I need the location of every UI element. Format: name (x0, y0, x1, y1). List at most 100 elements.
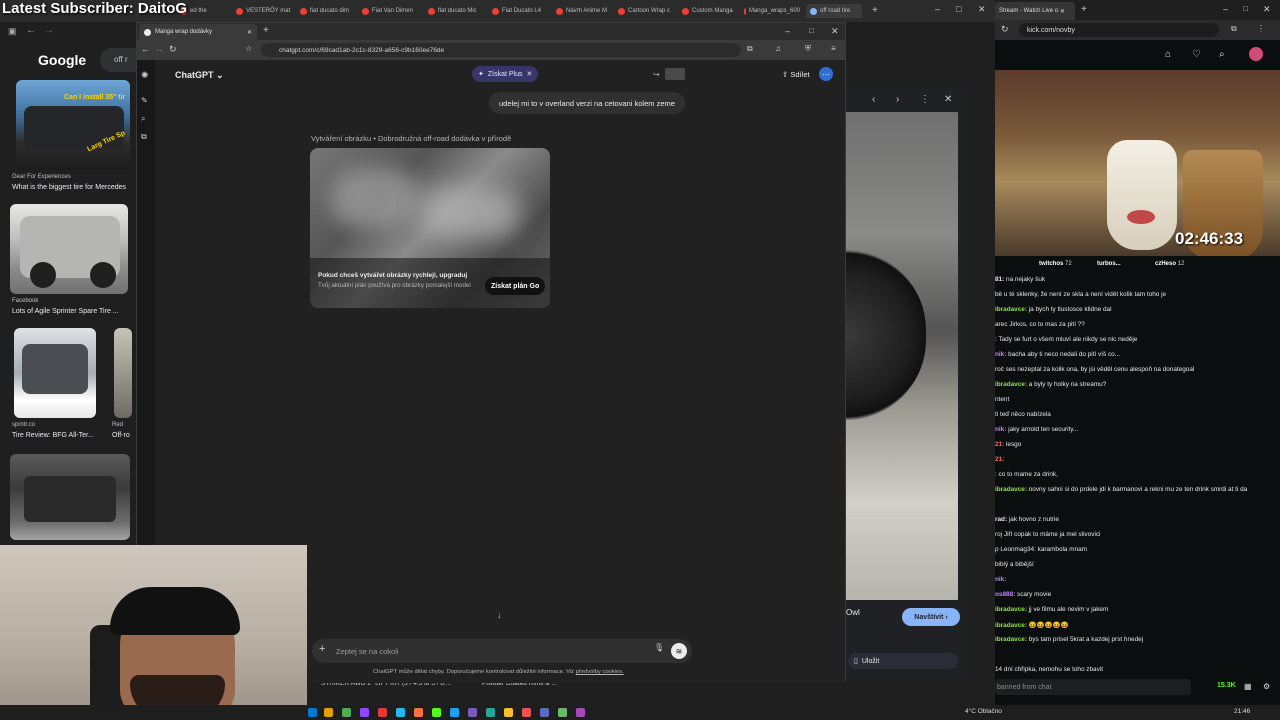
sidebar-icon[interactable]: ▣ (8, 26, 17, 37)
taskbar-app-icon[interactable] (378, 708, 387, 717)
taskbar-app-icon[interactable] (324, 708, 333, 717)
grid-icon[interactable]: ▦ (1244, 682, 1252, 691)
taskbar-app-icon[interactable] (504, 708, 513, 717)
chat-username[interactable]: 21: (995, 456, 1004, 463)
chat-username[interactable]: 81: (995, 276, 1006, 283)
close-icon[interactable]: ✕ (1263, 4, 1271, 15)
minimize-icon[interactable]: – (785, 26, 790, 36)
temporary-chat-icon[interactable]: ↪ (653, 70, 660, 79)
chat-username[interactable]: ibradavce: (995, 381, 1029, 388)
close-icon[interactable]: ✕ (944, 94, 952, 105)
close-tab-icon[interactable]: ✕ (1060, 8, 1065, 15)
close-tab-icon[interactable]: ✕ (247, 29, 252, 36)
bg-tab[interactable]: Manga_wraps_600 (744, 4, 800, 18)
bg-tab[interactable]: VESTERŐY mat (236, 4, 292, 18)
taskbar-app-icon[interactable] (486, 708, 495, 717)
result-image[interactable] (14, 328, 96, 418)
menu-icon[interactable]: ⋮ (1257, 24, 1265, 33)
search-icon[interactable]: ⌕ (141, 114, 145, 124)
taskbar-app-icon[interactable] (414, 708, 423, 717)
shield-icon[interactable]: ⛨ (805, 44, 811, 54)
maximize-icon[interactable]: □ (1243, 4, 1248, 13)
chat-username[interactable]: ibradavce: (995, 306, 1029, 313)
store-icon[interactable]: ⌂ (1165, 49, 1171, 60)
result-title[interactable]: Off-ro (112, 432, 130, 439)
result-image[interactable]: Can I install 35" tir Larg Tire Sp (16, 80, 130, 170)
new-tab-icon[interactable]: + (263, 25, 269, 36)
result-image[interactable] (10, 204, 128, 294)
close-icon[interactable]: ✕ (831, 26, 839, 37)
new-tab-icon[interactable]: + (1081, 4, 1087, 15)
get-plus-button[interactable]: ✦ Získat Plus ✕ (472, 66, 539, 82)
heart-icon[interactable]: ♡ (1192, 49, 1201, 60)
taskbar-app-icon[interactable] (360, 708, 369, 717)
close-icon[interactable]: ✕ (978, 4, 986, 15)
new-chat-icon[interactable]: ✎ (141, 96, 148, 105)
taskbar-app-icon[interactable] (540, 708, 549, 717)
search-icon[interactable]: ⌕ (1219, 49, 1225, 60)
attach-plus-icon[interactable]: + (319, 643, 325, 655)
chat-input[interactable]: banned from chat (995, 679, 1191, 695)
visit-button[interactable]: Navštívit › (902, 608, 960, 626)
chat-username[interactable]: ibradavce: (995, 636, 1029, 643)
bg-tab-active[interactable]: off road tire (806, 4, 862, 18)
result-title[interactable]: Tire Review: BFG All-Ter... (12, 432, 94, 439)
search-input[interactable]: off r (100, 48, 140, 72)
address-bar[interactable]: chatgpt.com/c/69cad1ab-2c1c-8329-a656-c9… (261, 43, 741, 57)
save-button[interactable]: ▯ Uložit (848, 653, 958, 669)
bg-tab[interactable]: Custom Manga (682, 4, 738, 18)
chat-username[interactable]: ibradavce: (995, 606, 1029, 613)
extensions-icon[interactable]: ⧉ (747, 44, 753, 54)
more-vert-icon[interactable]: ⋮ (920, 94, 930, 105)
stream-video[interactable]: 02:46:33 (995, 70, 1280, 256)
bg-tab[interactable]: Fiat Van Dimen (362, 4, 418, 18)
prompt-input[interactable]: Zeptej se na cokoli (336, 647, 399, 656)
chat-username[interactable]: nik: (995, 426, 1008, 433)
address-bar[interactable]: kick.com/novby (1019, 23, 1219, 37)
taskbar-app-icon[interactable] (396, 708, 405, 717)
chat-username[interactable]: nik: (995, 576, 1006, 583)
extensions-icon[interactable]: ⧉ (1231, 24, 1237, 34)
start-icon[interactable] (308, 708, 317, 717)
forward-icon[interactable]: → (155, 44, 164, 54)
bg-tab[interactable]: Fiat Ducato L4 (492, 4, 548, 18)
close-icon[interactable]: ✕ (527, 70, 533, 78)
result-title[interactable]: What is the biggest tire for Mercedes (12, 184, 126, 191)
get-go-plan-button[interactable]: Získat plán Go (485, 277, 546, 295)
voice-mode-icon[interactable]: ≋ (671, 643, 687, 659)
chevron-left-icon[interactable]: ‹ (872, 94, 875, 105)
taskbar-app-icon[interactable] (450, 708, 459, 717)
chat-username[interactable]: ibradavce: (995, 622, 1029, 629)
minimize-icon[interactable]: – (1223, 4, 1228, 14)
model-selector[interactable]: ChatGPT ⌄ (175, 70, 224, 81)
result-image[interactable] (10, 454, 130, 540)
minimize-icon[interactable]: – (935, 4, 940, 14)
kick-tab[interactable]: Stream - Watch Live o ✕ (995, 2, 1075, 20)
chat-username[interactable]: nik: (995, 351, 1008, 358)
gear-icon[interactable]: ⚙ (1263, 682, 1270, 691)
taskbar-app-icon[interactable] (468, 708, 477, 717)
maximize-icon[interactable]: □ (809, 26, 814, 35)
new-tab-icon[interactable]: + (872, 5, 878, 16)
result-title[interactable]: Lots of Agile Sprinter Spare Tire ... (12, 308, 119, 315)
avatar[interactable] (1249, 47, 1263, 61)
cookie-preferences-link[interactable]: předvolby cookies. (576, 669, 624, 675)
bg-tab[interactable]: fiat ducato dim (300, 4, 356, 18)
back-icon[interactable]: ← (141, 44, 150, 54)
taskbar-app-icon[interactable] (342, 708, 351, 717)
chat-username[interactable]: rad: (995, 516, 1009, 523)
microphone-icon[interactable]: 🎙 (654, 643, 664, 652)
bg-tab[interactable]: ed the (180, 4, 228, 18)
clock[interactable]: 21:46 (1234, 708, 1250, 715)
result-image[interactable] (114, 328, 132, 418)
forward-icon[interactable]: → (44, 25, 54, 36)
chat-username[interactable]: os888: (995, 591, 1017, 598)
bg-tab[interactable]: flat ducato Mic (428, 4, 484, 18)
reload-icon[interactable]: ↻ (1001, 24, 1009, 35)
bookmark-icon[interactable]: ☆ (245, 44, 252, 53)
scroll-down-icon[interactable]: ↓ (497, 610, 502, 620)
chat-username[interactable]: 21: (995, 441, 1006, 448)
bg-tab[interactable]: Návrh Anime M (556, 4, 612, 18)
chatgpt-tab[interactable]: Manga wrap dodávky ✕ (139, 24, 257, 40)
taskbar-app-icon[interactable] (432, 708, 441, 717)
